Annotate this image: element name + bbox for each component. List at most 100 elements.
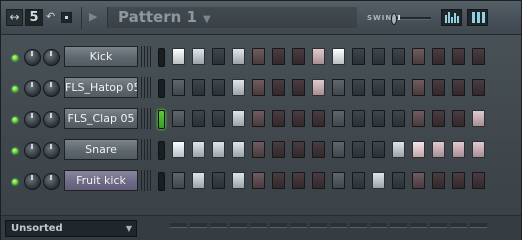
step-button[interactable] [292,48,305,65]
step-button[interactable] [452,172,465,189]
step-button[interactable] [292,79,305,96]
step-button[interactable] [312,141,325,158]
step-button[interactable] [352,172,365,189]
step-button[interactable] [372,172,385,189]
step-button[interactable] [172,110,185,127]
step-button[interactable] [352,141,365,158]
channel-grip[interactable] [140,77,151,98]
step-button[interactable] [272,79,285,96]
step-button[interactable] [392,48,405,65]
step-button[interactable] [452,79,465,96]
channel-selector[interactable] [158,172,165,191]
step-button[interactable] [252,110,265,127]
step-button[interactable] [232,141,245,158]
step-button[interactable] [212,110,225,127]
step-button[interactable] [192,110,205,127]
step-button[interactable] [192,141,205,158]
volume-knob[interactable] [43,80,60,97]
step-button[interactable] [272,110,285,127]
step-button[interactable] [312,110,325,127]
channel-enable-led[interactable] [12,148,18,154]
channel-enable-led[interactable] [12,86,18,92]
channel-selector[interactable] [158,79,165,98]
step-button[interactable] [352,110,365,127]
step-button[interactable] [332,141,345,158]
step-button[interactable] [252,172,265,189]
step-button[interactable] [332,48,345,65]
step-button[interactable] [432,141,445,158]
step-button[interactable] [472,141,485,158]
channel-button[interactable]: Snare [64,139,138,160]
channel-grip[interactable] [140,139,151,160]
step-button[interactable] [452,48,465,65]
step-button[interactable] [292,172,305,189]
graph-view-icon[interactable] [441,9,462,26]
step-button[interactable] [332,110,345,127]
step-button[interactable] [192,172,205,189]
step-button[interactable] [312,48,325,65]
step-button[interactable] [232,79,245,96]
channel-enable-led[interactable] [12,55,18,61]
arrows-icon[interactable]: ↔ [6,9,23,26]
channel-grip[interactable] [140,108,151,129]
pan-knob[interactable] [24,111,41,128]
step-button[interactable] [252,79,265,96]
volume-knob[interactable] [43,142,60,159]
channel-button[interactable]: FLS_Clap 05 [64,108,138,129]
step-button[interactable] [272,48,285,65]
pan-knob[interactable] [24,173,41,190]
step-button[interactable] [232,48,245,65]
pan-knob[interactable] [24,142,41,159]
step-button[interactable] [232,172,245,189]
channel-button[interactable]: FLS_Hatop 05 [64,77,138,98]
channel-number-display[interactable]: 5 [25,9,43,26]
step-button[interactable] [212,141,225,158]
step-button[interactable] [212,172,225,189]
undo-icon[interactable]: ↶ [46,9,59,26]
step-button[interactable] [272,141,285,158]
filter-select[interactable]: Unsorted ▼ [5,220,137,237]
step-button[interactable] [412,172,425,189]
step-button[interactable] [192,79,205,96]
pan-knob[interactable] [24,49,41,66]
step-button[interactable] [432,79,445,96]
step-button[interactable] [472,48,485,65]
channel-grip[interactable] [140,46,151,67]
swing-slider[interactable] [391,13,431,25]
pattern-selector[interactable]: Pattern 1 ▼ [107,7,357,28]
step-button[interactable] [432,110,445,127]
step-button[interactable] [172,48,185,65]
step-button[interactable] [392,79,405,96]
step-button[interactable] [172,79,185,96]
step-button[interactable] [412,48,425,65]
pan-knob[interactable] [24,80,41,97]
step-button[interactable] [332,79,345,96]
step-button[interactable] [452,110,465,127]
menu-icon[interactable] [61,12,72,23]
step-button[interactable] [372,79,385,96]
step-button[interactable] [212,48,225,65]
volume-knob[interactable] [43,173,60,190]
channel-button[interactable]: Fruit kick [64,170,138,191]
step-button[interactable] [212,79,225,96]
volume-knob[interactable] [43,49,60,66]
step-button[interactable] [392,172,405,189]
step-button[interactable] [452,141,465,158]
step-button[interactable] [472,110,485,127]
step-button[interactable] [332,172,345,189]
channel-enable-led[interactable] [12,117,18,123]
channel-button[interactable]: Kick [64,46,138,67]
step-button[interactable] [252,48,265,65]
step-button[interactable] [312,172,325,189]
step-button[interactable] [412,141,425,158]
step-button[interactable] [472,79,485,96]
step-button[interactable] [312,79,325,96]
step-button[interactable] [252,141,265,158]
channel-selector[interactable] [158,48,165,67]
play-arrow-icon[interactable]: ▶ [89,10,97,23]
step-button[interactable] [432,172,445,189]
step-button[interactable] [372,48,385,65]
channel-selector[interactable] [158,141,165,160]
step-button[interactable] [272,172,285,189]
step-button[interactable] [292,141,305,158]
